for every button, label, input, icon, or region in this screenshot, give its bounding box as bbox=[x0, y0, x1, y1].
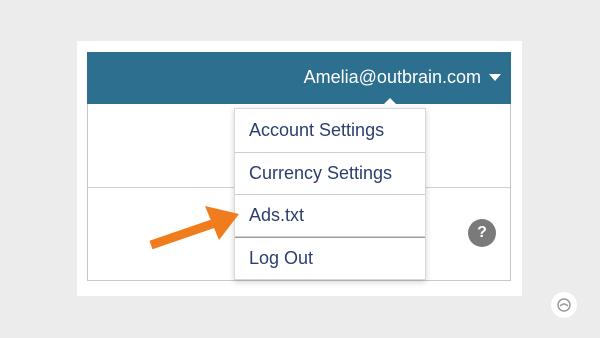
user-dropdown-menu: Account Settings Currency Settings Ads.t… bbox=[234, 108, 426, 280]
menu-item-log-out[interactable]: Log Out bbox=[235, 237, 425, 279]
help-glyph: ? bbox=[477, 224, 487, 241]
caret-down-icon bbox=[489, 73, 501, 81]
menu-item-currency-settings[interactable]: Currency Settings bbox=[235, 153, 425, 195]
user-email: Amelia@outbrain.com bbox=[303, 66, 481, 87]
menu-item-account-settings[interactable]: Account Settings bbox=[235, 109, 425, 153]
user-menu-toggle[interactable]: Amelia@outbrain.com bbox=[304, 64, 501, 90]
help-icon[interactable]: ? bbox=[468, 219, 496, 247]
menu-item-label: Ads.txt bbox=[249, 205, 305, 225]
menu-item-label: Account Settings bbox=[249, 120, 385, 140]
orange-arrow-icon bbox=[149, 206, 239, 250]
top-bar: Amelia@outbrain.com bbox=[87, 52, 511, 104]
watermark-logo-icon bbox=[551, 292, 577, 318]
dropdown-pointer bbox=[380, 98, 400, 108]
menu-item-ads-txt[interactable]: Ads.txt bbox=[235, 195, 425, 237]
menu-item-label: Currency Settings bbox=[249, 163, 393, 183]
menu-item-label: Log Out bbox=[249, 248, 314, 268]
